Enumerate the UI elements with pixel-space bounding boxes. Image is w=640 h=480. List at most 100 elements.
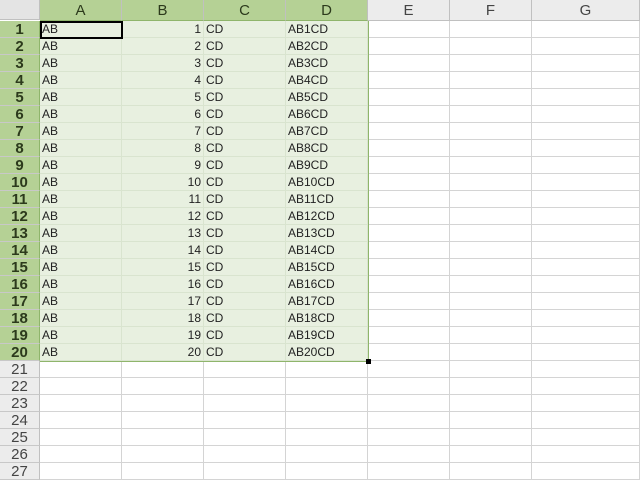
cell-g7[interactable]: [532, 123, 640, 140]
cell-b10[interactable]: 10: [122, 174, 204, 191]
cell-d20[interactable]: AB20CD: [286, 344, 368, 361]
cell-f16[interactable]: [450, 276, 532, 293]
cell-e24[interactable]: [368, 412, 450, 429]
spreadsheet-grid[interactable]: A B C D E F G 1 AB 1 CD AB1CD 2 AB 2 CD AB2CD 3 AB 3 CD AB3CD…: [0, 0, 640, 480]
cell-c1[interactable]: CD: [204, 21, 286, 38]
cell-d27[interactable]: [286, 463, 368, 480]
cell-b12[interactable]: 12: [122, 208, 204, 225]
cell-d7[interactable]: AB7CD: [286, 123, 368, 140]
cell-d22[interactable]: [286, 378, 368, 395]
cell-f26[interactable]: [450, 446, 532, 463]
cell-a7[interactable]: AB: [40, 123, 122, 140]
cell-g11[interactable]: [532, 191, 640, 208]
cell-b3[interactable]: 3: [122, 55, 204, 72]
cell-e19[interactable]: [368, 327, 450, 344]
cell-e11[interactable]: [368, 191, 450, 208]
row-header-17[interactable]: 17: [0, 293, 40, 310]
cell-e10[interactable]: [368, 174, 450, 191]
cell-a1[interactable]: AB: [40, 21, 122, 38]
cell-g9[interactable]: [532, 157, 640, 174]
cell-b7[interactable]: 7: [122, 123, 204, 140]
cell-a5[interactable]: AB: [40, 89, 122, 106]
cell-e14[interactable]: [368, 242, 450, 259]
cell-d19[interactable]: AB19CD: [286, 327, 368, 344]
cell-a11[interactable]: AB: [40, 191, 122, 208]
cell-c14[interactable]: CD: [204, 242, 286, 259]
cell-a20[interactable]: AB: [40, 344, 122, 361]
row-header-9[interactable]: 9: [0, 157, 40, 174]
cell-f18[interactable]: [450, 310, 532, 327]
cell-g5[interactable]: [532, 89, 640, 106]
cell-d9[interactable]: AB9CD: [286, 157, 368, 174]
cell-e18[interactable]: [368, 310, 450, 327]
cell-g4[interactable]: [532, 72, 640, 89]
cell-e7[interactable]: [368, 123, 450, 140]
cell-e8[interactable]: [368, 140, 450, 157]
column-header-g[interactable]: G: [532, 0, 640, 21]
cell-b6[interactable]: 6: [122, 106, 204, 123]
cell-f11[interactable]: [450, 191, 532, 208]
cell-c12[interactable]: CD: [204, 208, 286, 225]
cell-g12[interactable]: [532, 208, 640, 225]
cell-a12[interactable]: AB: [40, 208, 122, 225]
row-header-5[interactable]: 5: [0, 89, 40, 106]
cell-b17[interactable]: 17: [122, 293, 204, 310]
cell-d25[interactable]: [286, 429, 368, 446]
cell-g13[interactable]: [532, 225, 640, 242]
cell-e13[interactable]: [368, 225, 450, 242]
cell-f5[interactable]: [450, 89, 532, 106]
cell-f8[interactable]: [450, 140, 532, 157]
row-header-3[interactable]: 3: [0, 55, 40, 72]
cell-f14[interactable]: [450, 242, 532, 259]
cell-c8[interactable]: CD: [204, 140, 286, 157]
cell-c19[interactable]: CD: [204, 327, 286, 344]
cell-f25[interactable]: [450, 429, 532, 446]
cell-d4[interactable]: AB4CD: [286, 72, 368, 89]
cell-f23[interactable]: [450, 395, 532, 412]
row-header-18[interactable]: 18: [0, 310, 40, 327]
cell-c10[interactable]: CD: [204, 174, 286, 191]
cell-c23[interactable]: [204, 395, 286, 412]
cell-a27[interactable]: [40, 463, 122, 480]
cell-a18[interactable]: AB: [40, 310, 122, 327]
cell-d14[interactable]: AB14CD: [286, 242, 368, 259]
cell-f20[interactable]: [450, 344, 532, 361]
cell-g25[interactable]: [532, 429, 640, 446]
row-header-11[interactable]: 11: [0, 191, 40, 208]
cell-a21[interactable]: [40, 361, 122, 378]
cell-d1[interactable]: AB1CD: [286, 21, 368, 38]
cell-e2[interactable]: [368, 38, 450, 55]
cell-d11[interactable]: AB11CD: [286, 191, 368, 208]
cell-d6[interactable]: AB6CD: [286, 106, 368, 123]
cell-g3[interactable]: [532, 55, 640, 72]
row-header-26[interactable]: 26: [0, 446, 40, 463]
cell-c11[interactable]: CD: [204, 191, 286, 208]
cell-b21[interactable]: [122, 361, 204, 378]
cell-f3[interactable]: [450, 55, 532, 72]
cell-c2[interactable]: CD: [204, 38, 286, 55]
cell-f9[interactable]: [450, 157, 532, 174]
cell-b2[interactable]: 2: [122, 38, 204, 55]
row-header-14[interactable]: 14: [0, 242, 40, 259]
cell-a13[interactable]: AB: [40, 225, 122, 242]
cell-b8[interactable]: 8: [122, 140, 204, 157]
cell-a14[interactable]: AB: [40, 242, 122, 259]
row-header-10[interactable]: 10: [0, 174, 40, 191]
cell-e27[interactable]: [368, 463, 450, 480]
cell-a6[interactable]: AB: [40, 106, 122, 123]
cell-a22[interactable]: [40, 378, 122, 395]
row-header-25[interactable]: 25: [0, 429, 40, 446]
cell-g8[interactable]: [532, 140, 640, 157]
cell-g16[interactable]: [532, 276, 640, 293]
cell-c6[interactable]: CD: [204, 106, 286, 123]
cell-g14[interactable]: [532, 242, 640, 259]
cell-g22[interactable]: [532, 378, 640, 395]
cell-a17[interactable]: AB: [40, 293, 122, 310]
cell-g27[interactable]: [532, 463, 640, 480]
cell-f2[interactable]: [450, 38, 532, 55]
row-header-8[interactable]: 8: [0, 140, 40, 157]
fill-handle[interactable]: [366, 359, 371, 364]
cell-d18[interactable]: AB18CD: [286, 310, 368, 327]
cell-e22[interactable]: [368, 378, 450, 395]
column-header-f[interactable]: F: [450, 0, 532, 21]
